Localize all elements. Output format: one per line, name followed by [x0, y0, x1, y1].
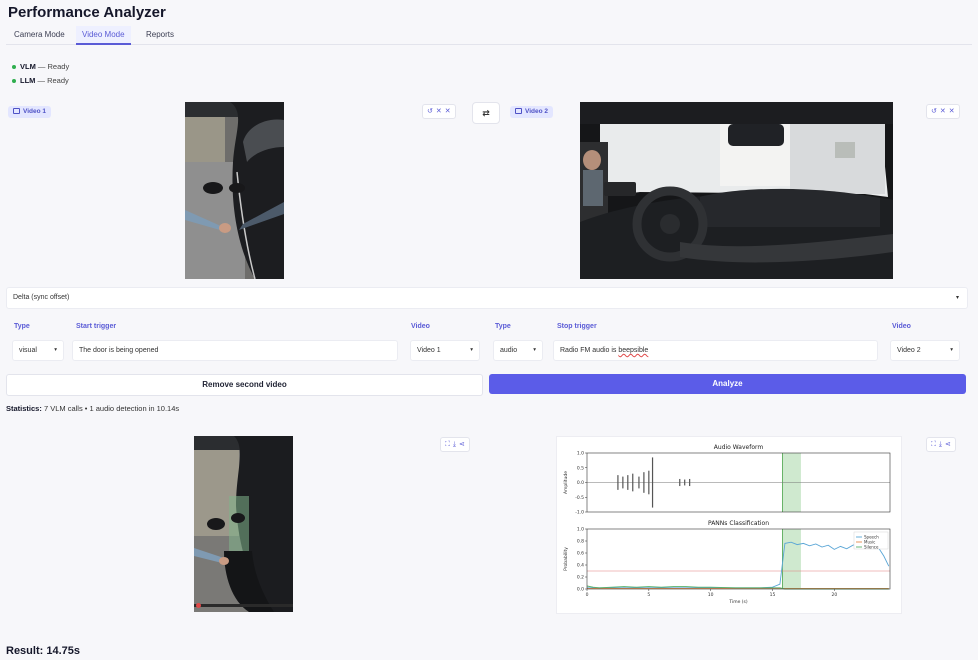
chevron-down-icon: ▾ — [950, 347, 953, 353]
video1-toolbar: ↺ ✕ ✕ — [422, 104, 456, 119]
swap-arrows-icon: ⇄ — [482, 108, 490, 118]
stop-type-label: Type — [495, 323, 511, 330]
chevron-down-icon: ▾ — [54, 347, 57, 353]
stop-type-select[interactable]: audio ▾ — [493, 340, 543, 361]
share-icon[interactable]: ⋖ — [459, 438, 465, 451]
close-icon[interactable]: ✕ — [436, 105, 442, 118]
panns-highlight — [782, 529, 801, 589]
video2-player[interactable] — [580, 102, 893, 279]
panns-frame — [586, 528, 891, 590]
stop-video-label: Video — [892, 323, 911, 330]
panns-ytick-label: 0.6 — [577, 551, 584, 557]
download-icon[interactable]: ⤓ — [939, 438, 942, 451]
tab-video-mode[interactable]: Video Mode — [76, 26, 131, 45]
rotate-icon[interactable]: ↺ — [427, 105, 433, 118]
video-icon — [13, 108, 20, 115]
download-icon[interactable]: ⤓ — [453, 438, 456, 451]
video2-frame-image — [580, 102, 893, 279]
panns-xtick-label: 15 — [770, 592, 776, 598]
panns-xlabel: Time (s) — [728, 599, 748, 605]
waveform-ytick-label: 1.0 — [577, 451, 584, 457]
chevron-down-icon: ▾ — [533, 347, 536, 353]
start-video-select[interactable]: Video 1 ▾ — [410, 340, 480, 361]
start-type-label: Type — [14, 323, 30, 330]
audio-analysis-svg: Audio Waveform -1.0 -0.5 0.0 0.5 1.0 Amplitude… — [563, 444, 891, 605]
delta-sync-select[interactable]: Delta (sync offset) ▾ — [6, 287, 968, 309]
video2-toolbar: ↺ ✕ ✕ — [926, 104, 960, 119]
panns-legend-label: Silence — [864, 545, 879, 550]
result-video-toolbar: ⛶ ⤓ ⋖ — [440, 437, 470, 452]
share-icon[interactable]: ⋖ — [945, 438, 951, 451]
status-vlm: VLM — Ready — [12, 62, 69, 71]
waveform-ylabel: Amplitude — [563, 471, 569, 494]
video2-badge: Video 2 — [510, 106, 554, 118]
app-title: Performance Analyzer — [8, 4, 166, 21]
start-type-select[interactable]: visual ▾ — [12, 340, 64, 361]
waveform-ytick-label: 0.0 — [577, 480, 584, 486]
status-dot-icon — [12, 79, 16, 84]
panns-ytick-label: 0.0 — [577, 587, 584, 593]
close-icon[interactable]: ✕ — [940, 105, 946, 118]
chevron-down-icon: ▾ — [955, 295, 959, 301]
panns-ytick-label: 0.4 — [577, 563, 584, 569]
fullscreen-icon[interactable]: ⛶ — [931, 438, 936, 451]
video1-frame-image — [185, 102, 284, 279]
statistics-text: Statistics: 7 VLM calls • 1 audio detect… — [6, 404, 180, 413]
chevron-down-icon: ▾ — [470, 347, 473, 353]
stop-video-select[interactable]: Video 2 ▾ — [890, 340, 960, 361]
panns-xtick-label: 5 — [647, 592, 650, 598]
panns-xtick-label: 10 — [708, 592, 714, 598]
result-video-frame-image — [194, 436, 293, 612]
chart-toolbar: ⛶ ⤓ ⋖ — [926, 437, 956, 452]
result-video-player[interactable] — [194, 436, 293, 612]
start-video-label: Video — [411, 323, 430, 330]
stop-trigger-input[interactable]: Radio FM audio is beepsible — [553, 340, 878, 361]
close-icon[interactable]: ✕ — [949, 105, 955, 118]
remove-second-video-button[interactable]: Remove second video — [6, 374, 483, 396]
tab-camera-mode[interactable]: Camera Mode — [8, 26, 71, 43]
panns-xtick-label: 0 — [586, 592, 589, 598]
start-trigger-label: Start trigger — [76, 323, 117, 330]
fullscreen-icon[interactable]: ⛶ — [445, 438, 450, 451]
delta-label: Delta (sync offset) — [13, 294, 70, 301]
swap-videos-button[interactable]: ⇄ — [472, 102, 500, 124]
waveform-ytick-label: 0.5 — [577, 465, 584, 471]
mode-tabs: Camera Mode Video Mode Reports — [6, 26, 972, 45]
panns-title: PANNs Classification — [708, 520, 769, 527]
panns-series-speech — [587, 541, 890, 589]
video1-badge: Video 1 — [8, 106, 52, 118]
panns-ylabel: Probability — [563, 547, 569, 571]
waveform-title: Audio Waveform — [714, 444, 764, 451]
result-text: Result: 14.75s — [6, 645, 80, 657]
panns-ytick-label: 0.2 — [577, 575, 584, 581]
rotate-icon[interactable]: ↺ — [931, 105, 937, 118]
audio-analysis-chart: Audio Waveform -1.0 -0.5 0.0 0.5 1.0 Amplitude… — [556, 436, 902, 614]
waveform-ytick-label: -1.0 — [575, 510, 584, 516]
start-trigger-input[interactable]: The door is being opened — [72, 340, 398, 361]
status-dot-icon — [12, 65, 16, 70]
panns-ytick-label: 1.0 — [577, 527, 584, 533]
close-icon[interactable]: ✕ — [445, 105, 451, 118]
video1-player[interactable] — [185, 102, 284, 279]
panns-xtick-label: 20 — [831, 592, 837, 598]
status-llm: LLM — Ready — [12, 76, 69, 85]
waveform-ytick-label: -0.5 — [575, 495, 584, 501]
stop-trigger-label: Stop trigger — [557, 323, 597, 330]
video-icon — [515, 108, 522, 115]
analyze-button[interactable]: Analyze — [489, 374, 966, 394]
tab-reports[interactable]: Reports — [140, 26, 180, 43]
panns-ytick-label: 0.8 — [577, 539, 584, 545]
